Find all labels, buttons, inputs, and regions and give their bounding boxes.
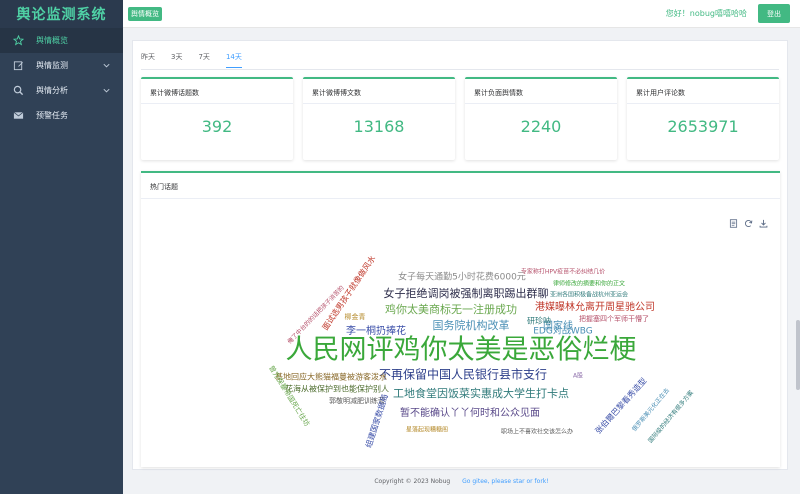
star-icon xyxy=(13,35,24,46)
copyright-text: Copyright © 2023 Nobug xyxy=(374,478,451,485)
word-cloud-term[interactable]: 亚洲各国积极备战杭州亚运会 xyxy=(550,291,628,299)
sidebar-item-label: 舆情监测 xyxy=(36,61,68,70)
logout-button[interactable]: 登出 xyxy=(758,4,790,23)
word-cloud-term[interactable]: 工地食堂因饭菜实惠成大学生打卡点 xyxy=(393,386,569,400)
app-brand: 舆论监测系统 xyxy=(0,0,123,28)
word-cloud-term[interactable]: EDG对战WBG xyxy=(533,325,593,337)
stat-card-negative: 累计负面舆情数 2240 xyxy=(465,77,617,160)
sidebar-item-monitor[interactable]: 舆情监测 xyxy=(0,53,123,78)
search-icon xyxy=(13,85,24,96)
sidebar-item-analysis[interactable]: 舆情分析 xyxy=(0,78,123,103)
gitee-link[interactable]: Go gitee, please star or fork! xyxy=(462,478,549,485)
word-cloud-term[interactable]: 国际级的经济有很多方案 xyxy=(646,389,695,445)
stat-value: 2653971 xyxy=(667,117,739,136)
word-cloud-term[interactable]: 职场上不喜欢社交该怎么办 xyxy=(501,428,573,436)
stat-label: 累计微博博文数 xyxy=(312,89,361,97)
tab-14-days[interactable]: 14天 xyxy=(225,52,242,68)
footer: Copyright © 2023 Nobug Go gitee, please … xyxy=(123,475,800,494)
word-cloud-term[interactable]: 女子拒绝调岗被强制离职踢出群聊 xyxy=(384,286,549,300)
word-cloud-term[interactable]: 星落起现糟糖阁 xyxy=(406,426,448,434)
sidebar-item-alerts[interactable]: 预警任务 xyxy=(0,103,123,128)
word-cloud-term[interactable]: 女子每天通勤5小时花费6000元 xyxy=(398,271,526,283)
word-cloud-term[interactable]: 暂不能确认丫丫何时和公众见面 xyxy=(400,406,540,419)
edit-icon xyxy=(13,60,24,71)
sidebar-item-overview[interactable]: 舆情概览 xyxy=(0,28,123,53)
stat-value: 2240 xyxy=(520,117,562,136)
word-cloud-term[interactable]: 鸡你太美商标无一注册成功 xyxy=(385,302,517,316)
sidebar-item-label: 舆情分析 xyxy=(36,86,68,95)
divider xyxy=(627,103,779,104)
word-cloud-term[interactable]: 花海从被保护到也能保护别人 xyxy=(285,384,389,394)
word-cloud-term[interactable]: 郭敬明减肥训练营 xyxy=(329,396,385,405)
word-cloud-term[interactable]: 研珍呐 xyxy=(527,316,551,326)
divider xyxy=(141,103,293,104)
chevron-down-icon xyxy=(102,61,111,70)
word-cloud-term[interactable]: 把握塞四个军师干懵了 xyxy=(579,314,649,323)
tab-yesterday[interactable]: 昨天 xyxy=(141,52,155,68)
stat-label: 累计用户评论数 xyxy=(636,89,685,97)
time-range-tabs: 昨天 3天 7天 14天 xyxy=(141,52,258,68)
word-cloud-term[interactable]: 不再保留中国人民银行县市支行 xyxy=(379,367,547,382)
sidebar: 舆论监测系统 舆情概览 舆情监测 舆情分析 预警任务 xyxy=(0,0,123,494)
stat-value: 392 xyxy=(201,117,233,136)
word-cloud-term[interactable]: 专家称打HPV疫苗不必纠结几价 xyxy=(521,268,605,276)
stat-label: 累计负面舆情数 xyxy=(474,89,523,97)
page-scrollbar[interactable] xyxy=(796,320,800,390)
top-header: 舆情概览 您好！nobug嘻嘻哈哈 登出 xyxy=(123,0,800,28)
sidebar-item-label: 舆情概览 xyxy=(36,36,68,45)
tab-3-days[interactable]: 3天 xyxy=(171,52,182,68)
word-cloud-term[interactable]: 基地回应大熊猫福蔓被游客泼水 xyxy=(275,372,387,382)
mail-icon xyxy=(13,110,24,121)
word-cloud-term[interactable]: 律师修改的摘要和你的正文 xyxy=(553,280,625,288)
current-page-tag[interactable]: 舆情概览 xyxy=(128,7,162,21)
overview-panel: 昨天 3天 7天 14天 累计微博话题数 392 累计微博博文数 13168 累… xyxy=(132,40,788,470)
chevron-down-icon xyxy=(102,86,111,95)
word-cloud-term[interactable]: 人民网评鸡你太美是恶俗烂梗 xyxy=(286,335,637,366)
word-cloud-term[interactable]: A股 xyxy=(573,373,583,380)
hot-topics-card: 热门话题 人民网评鸡你太美是恶俗烂梗 不再保留中国人民银行县市支行工地食堂因饭菜实… xyxy=(141,171,780,467)
word-cloud-term[interactable]: 柳金青 xyxy=(345,312,366,321)
word-cloud-chart: 人民网评鸡你太美是恶俗烂梗不再保留中国人民银行县市支行工地食堂因饭菜实惠成大学生… xyxy=(267,253,695,449)
divider xyxy=(465,103,617,104)
stat-label: 累计微博话题数 xyxy=(150,89,199,97)
user-greeting: 您好！nobug嘻嘻哈哈 xyxy=(665,9,747,18)
divider xyxy=(303,103,455,104)
word-cloud-term[interactable]: 港媒曝林允离开周星驰公司 xyxy=(535,300,655,313)
sidebar-item-label: 预警任务 xyxy=(36,111,68,120)
stat-value: 13168 xyxy=(353,117,405,136)
stat-card-posts: 累计微博博文数 13168 xyxy=(303,77,455,160)
stat-card-topics: 累计微博话题数 392 xyxy=(141,77,293,160)
stat-card-comments: 累计用户评论数 2653971 xyxy=(627,77,779,160)
word-cloud-term[interactable]: 李一桐扔捧花 xyxy=(346,324,406,337)
tabs-divider xyxy=(141,69,779,70)
hot-topics-title: 热门话题 xyxy=(150,183,178,191)
divider xyxy=(141,198,780,199)
tab-7-days[interactable]: 7天 xyxy=(198,52,209,68)
word-cloud-term[interactable]: 国务院机构改革 xyxy=(433,318,510,332)
